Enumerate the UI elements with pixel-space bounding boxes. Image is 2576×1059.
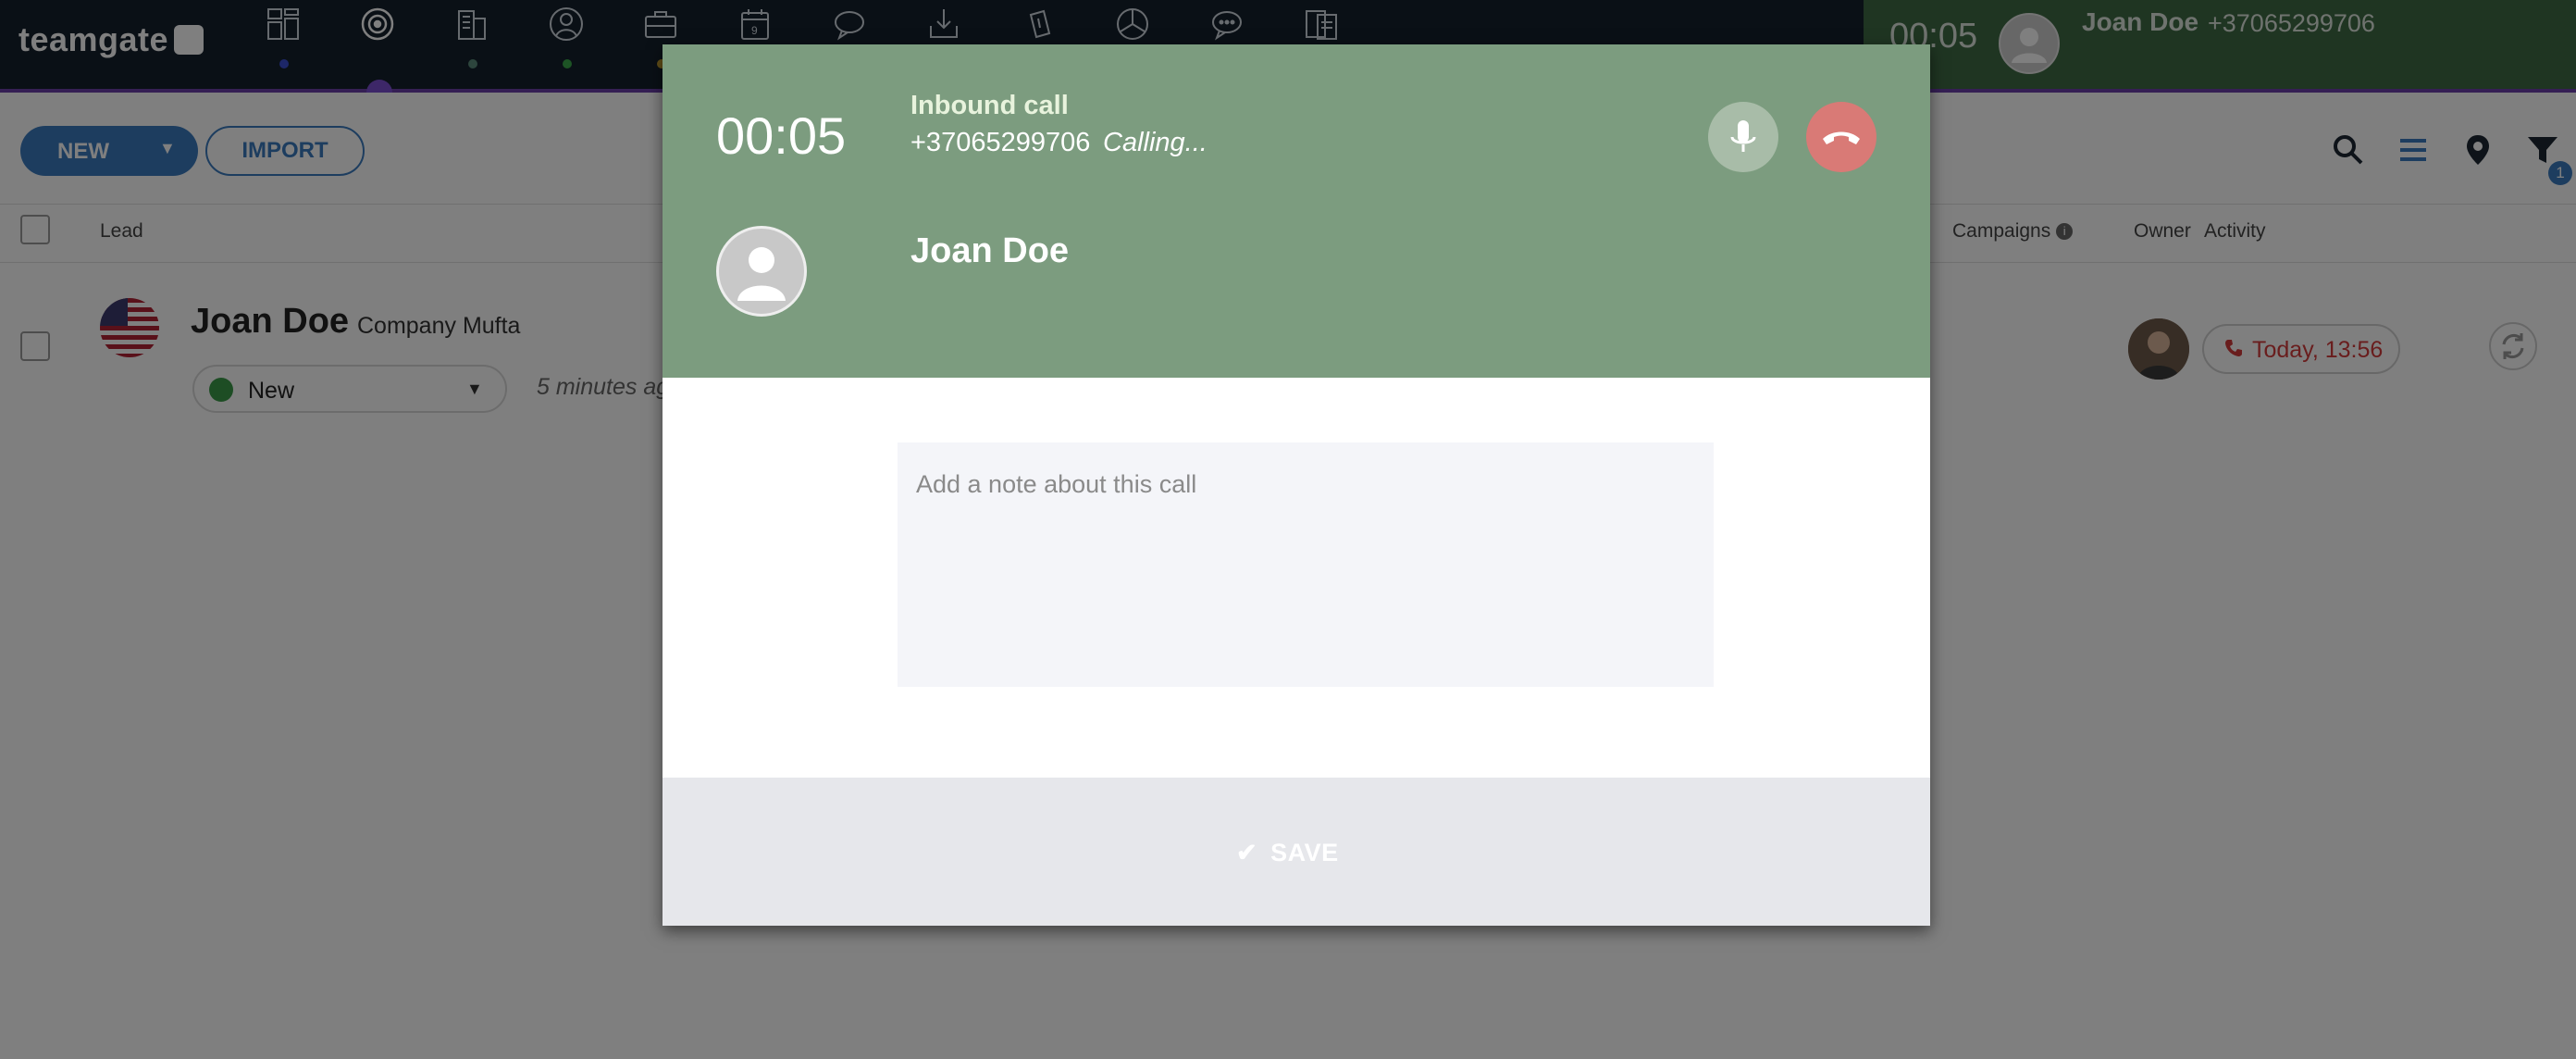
call-modal-header: 00:05 Inbound call +37065299706 Calling.… xyxy=(663,44,1930,378)
call-timer: 00:05 xyxy=(716,106,847,165)
call-modal-footer: ✔ SAVE xyxy=(663,778,1930,926)
save-button[interactable]: ✔ SAVE xyxy=(1236,839,1339,867)
hang-up-phone-icon xyxy=(1823,131,1860,144)
caller-name[interactable]: Joan Doe xyxy=(910,231,1069,271)
call-status: Calling... xyxy=(1103,128,1208,157)
call-type-label: Inbound call xyxy=(910,91,1069,120)
save-button-label: SAVE xyxy=(1270,839,1339,866)
call-phone-number: +37065299706 xyxy=(910,128,1091,157)
person-placeholder-icon xyxy=(737,247,786,301)
microphone-icon xyxy=(1730,120,1756,152)
mute-microphone-button[interactable] xyxy=(1708,102,1778,172)
call-modal: 00:05 Inbound call +37065299706 Calling.… xyxy=(663,44,1930,926)
hang-up-button[interactable] xyxy=(1806,102,1876,172)
checkmark-icon: ✔ xyxy=(1236,839,1258,866)
caller-avatar xyxy=(716,226,807,317)
call-note-input[interactable] xyxy=(898,442,1714,687)
